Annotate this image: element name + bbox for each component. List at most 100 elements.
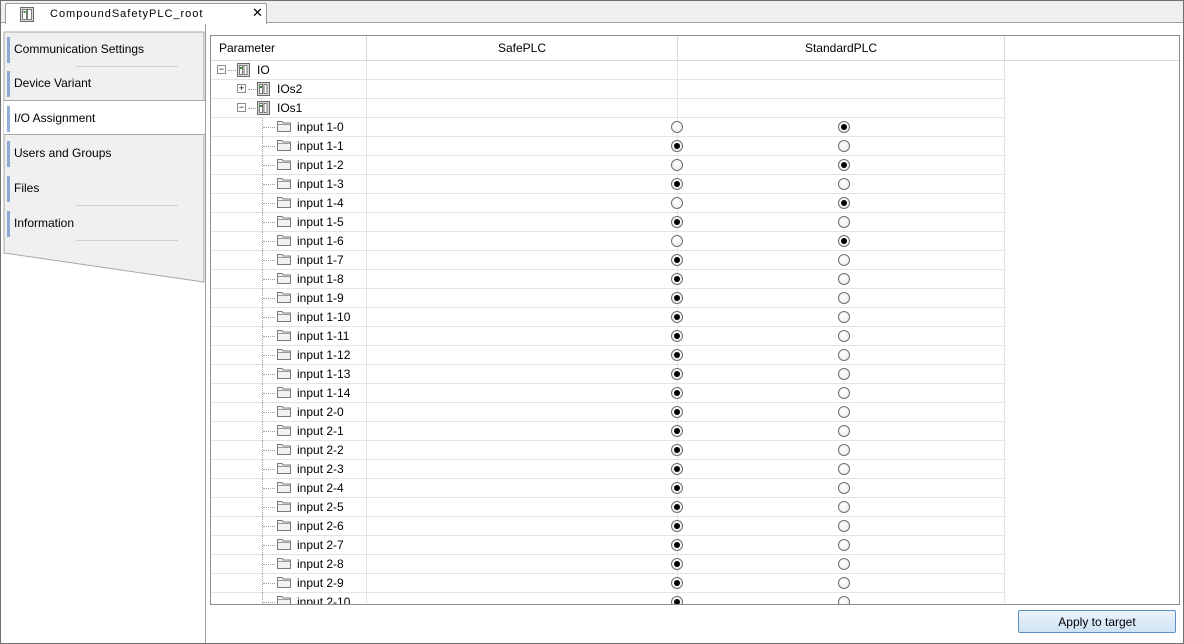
input-row[interactable]: input 1-8 [211, 270, 1005, 289]
input-row[interactable]: input 1-14 [211, 384, 1005, 403]
input-row[interactable]: input 2-3 [211, 460, 1005, 479]
column-header-parameter[interactable]: Parameter [211, 36, 367, 61]
safeplc-cell [367, 498, 683, 517]
folder-icon [277, 443, 291, 458]
standardplc-radio[interactable] [838, 330, 850, 342]
safeplc-cell [367, 232, 683, 251]
collapse-icon[interactable]: − [237, 103, 246, 112]
input-row[interactable]: input 1-6 [211, 232, 1005, 251]
standardplc-radio[interactable] [838, 197, 850, 209]
collapse-icon[interactable]: − [217, 65, 226, 74]
folder-icon [277, 595, 291, 604]
input-row[interactable]: input 2-1 [211, 422, 1005, 441]
standardplc-radio[interactable] [838, 482, 850, 494]
input-row[interactable]: input 1-12 [211, 346, 1005, 365]
standardplc-radio[interactable] [838, 368, 850, 380]
standardplc-radio[interactable] [838, 140, 850, 152]
standardplc-radio[interactable] [838, 558, 850, 570]
tree-connector [263, 317, 275, 318]
input-row[interactable]: input 1-0 [211, 118, 1005, 137]
input-label: input 1-13 [297, 367, 351, 381]
close-icon[interactable]: ✕ [252, 6, 263, 20]
document-tab[interactable]: CompoundSafetyPLC_root ✕ [5, 3, 267, 24]
input-row[interactable]: input 1-1 [211, 137, 1005, 156]
standardplc-radio[interactable] [838, 159, 850, 171]
input-row[interactable]: input 1-5 [211, 213, 1005, 232]
input-row[interactable]: input 2-2 [211, 441, 1005, 460]
tree-connector [263, 336, 275, 337]
parameter-cell: input 2-1 [211, 422, 367, 441]
input-row[interactable]: input 2-8 [211, 555, 1005, 574]
safeplc-cell [367, 289, 683, 308]
input-row[interactable]: input 1-11 [211, 327, 1005, 346]
apply-to-target-button[interactable]: Apply to target [1018, 610, 1176, 633]
tree-row-ios2[interactable]: + IOs2 [211, 80, 1005, 99]
standardplc-radio[interactable] [838, 178, 850, 190]
standardplc-radio[interactable] [838, 596, 850, 604]
input-row[interactable]: input 1-10 [211, 308, 1005, 327]
input-row[interactable]: input 1-4 [211, 194, 1005, 213]
side-tab-io-assignment[interactable]: I/O Assignment [4, 100, 206, 135]
standardplc-radio[interactable] [838, 425, 850, 437]
input-row[interactable]: input 2-6 [211, 517, 1005, 536]
standardplc-cell [678, 498, 1005, 517]
input-row[interactable]: input 2-0 [211, 403, 1005, 422]
tree-connector [248, 108, 256, 109]
column-header-safeplc[interactable]: SafePLC [367, 36, 678, 61]
side-tab-accent [7, 71, 10, 97]
input-label: input 1-8 [297, 272, 344, 286]
input-row[interactable]: input 1-2 [211, 156, 1005, 175]
standardplc-cell [678, 118, 1005, 137]
side-tab-label: I/O Assignment [14, 111, 96, 125]
column-header-standardplc[interactable]: StandardPLC [678, 36, 1005, 61]
standardplc-radio[interactable] [838, 577, 850, 589]
standardplc-radio[interactable] [838, 121, 850, 133]
folder-icon [277, 272, 291, 287]
standardplc-radio[interactable] [838, 254, 850, 266]
safeplc-cell [367, 137, 683, 156]
input-row[interactable]: input 2-7 [211, 536, 1005, 555]
standardplc-radio[interactable] [838, 406, 850, 418]
expand-icon[interactable]: + [237, 84, 246, 93]
standardplc-radio[interactable] [838, 539, 850, 551]
input-row[interactable]: input 2-9 [211, 574, 1005, 593]
standardplc-radio[interactable] [838, 501, 850, 513]
side-tab-device-variant[interactable]: Device Variant [4, 66, 204, 101]
standardplc-radio[interactable] [838, 349, 850, 361]
standardplc-cell [678, 441, 1005, 460]
input-label: input 2-6 [297, 519, 344, 533]
standardplc-radio[interactable] [838, 463, 850, 475]
input-label: input 2-9 [297, 576, 344, 590]
io-assignment-grid[interactable]: Parameter SafePLC StandardPLC − IO + IOs… [210, 35, 1180, 605]
safeplc-cell [367, 517, 683, 536]
side-tab-users-and-groups[interactable]: Users and Groups [4, 136, 204, 171]
input-row[interactable]: input 1-7 [211, 251, 1005, 270]
input-label: input 2-4 [297, 481, 344, 495]
side-tab-information[interactable]: Information [4, 206, 204, 241]
input-row[interactable]: input 1-3 [211, 175, 1005, 194]
side-tab-files[interactable]: Files [4, 171, 204, 206]
standardplc-radio[interactable] [838, 387, 850, 399]
input-row[interactable]: input 2-10 [211, 593, 1005, 604]
standardplc-radio[interactable] [838, 216, 850, 228]
standardplc-radio[interactable] [838, 444, 850, 456]
input-row[interactable]: input 1-9 [211, 289, 1005, 308]
standardplc-radio[interactable] [838, 311, 850, 323]
folder-icon [277, 538, 291, 553]
standardplc-radio[interactable] [838, 520, 850, 532]
input-row[interactable]: input 2-4 [211, 479, 1005, 498]
standardplc-radio[interactable] [838, 292, 850, 304]
side-tab-label: Device Variant [14, 76, 92, 90]
parameter-cell: input 1-12 [211, 346, 367, 365]
tree-row-ios1[interactable]: − IOs1 [211, 99, 1005, 118]
standardplc-radio[interactable] [838, 273, 850, 285]
input-row[interactable]: input 2-5 [211, 498, 1005, 517]
side-tab-communication-settings[interactable]: Communication Settings [4, 32, 204, 67]
parameter-cell: input 1-3 [211, 175, 367, 194]
safeplc-cell [367, 327, 683, 346]
safeplc-cell [367, 213, 683, 232]
tree-row-io[interactable]: − IO [211, 61, 1005, 80]
input-row[interactable]: input 1-13 [211, 365, 1005, 384]
standardplc-radio[interactable] [838, 235, 850, 247]
input-label: input 2-1 [297, 424, 344, 438]
